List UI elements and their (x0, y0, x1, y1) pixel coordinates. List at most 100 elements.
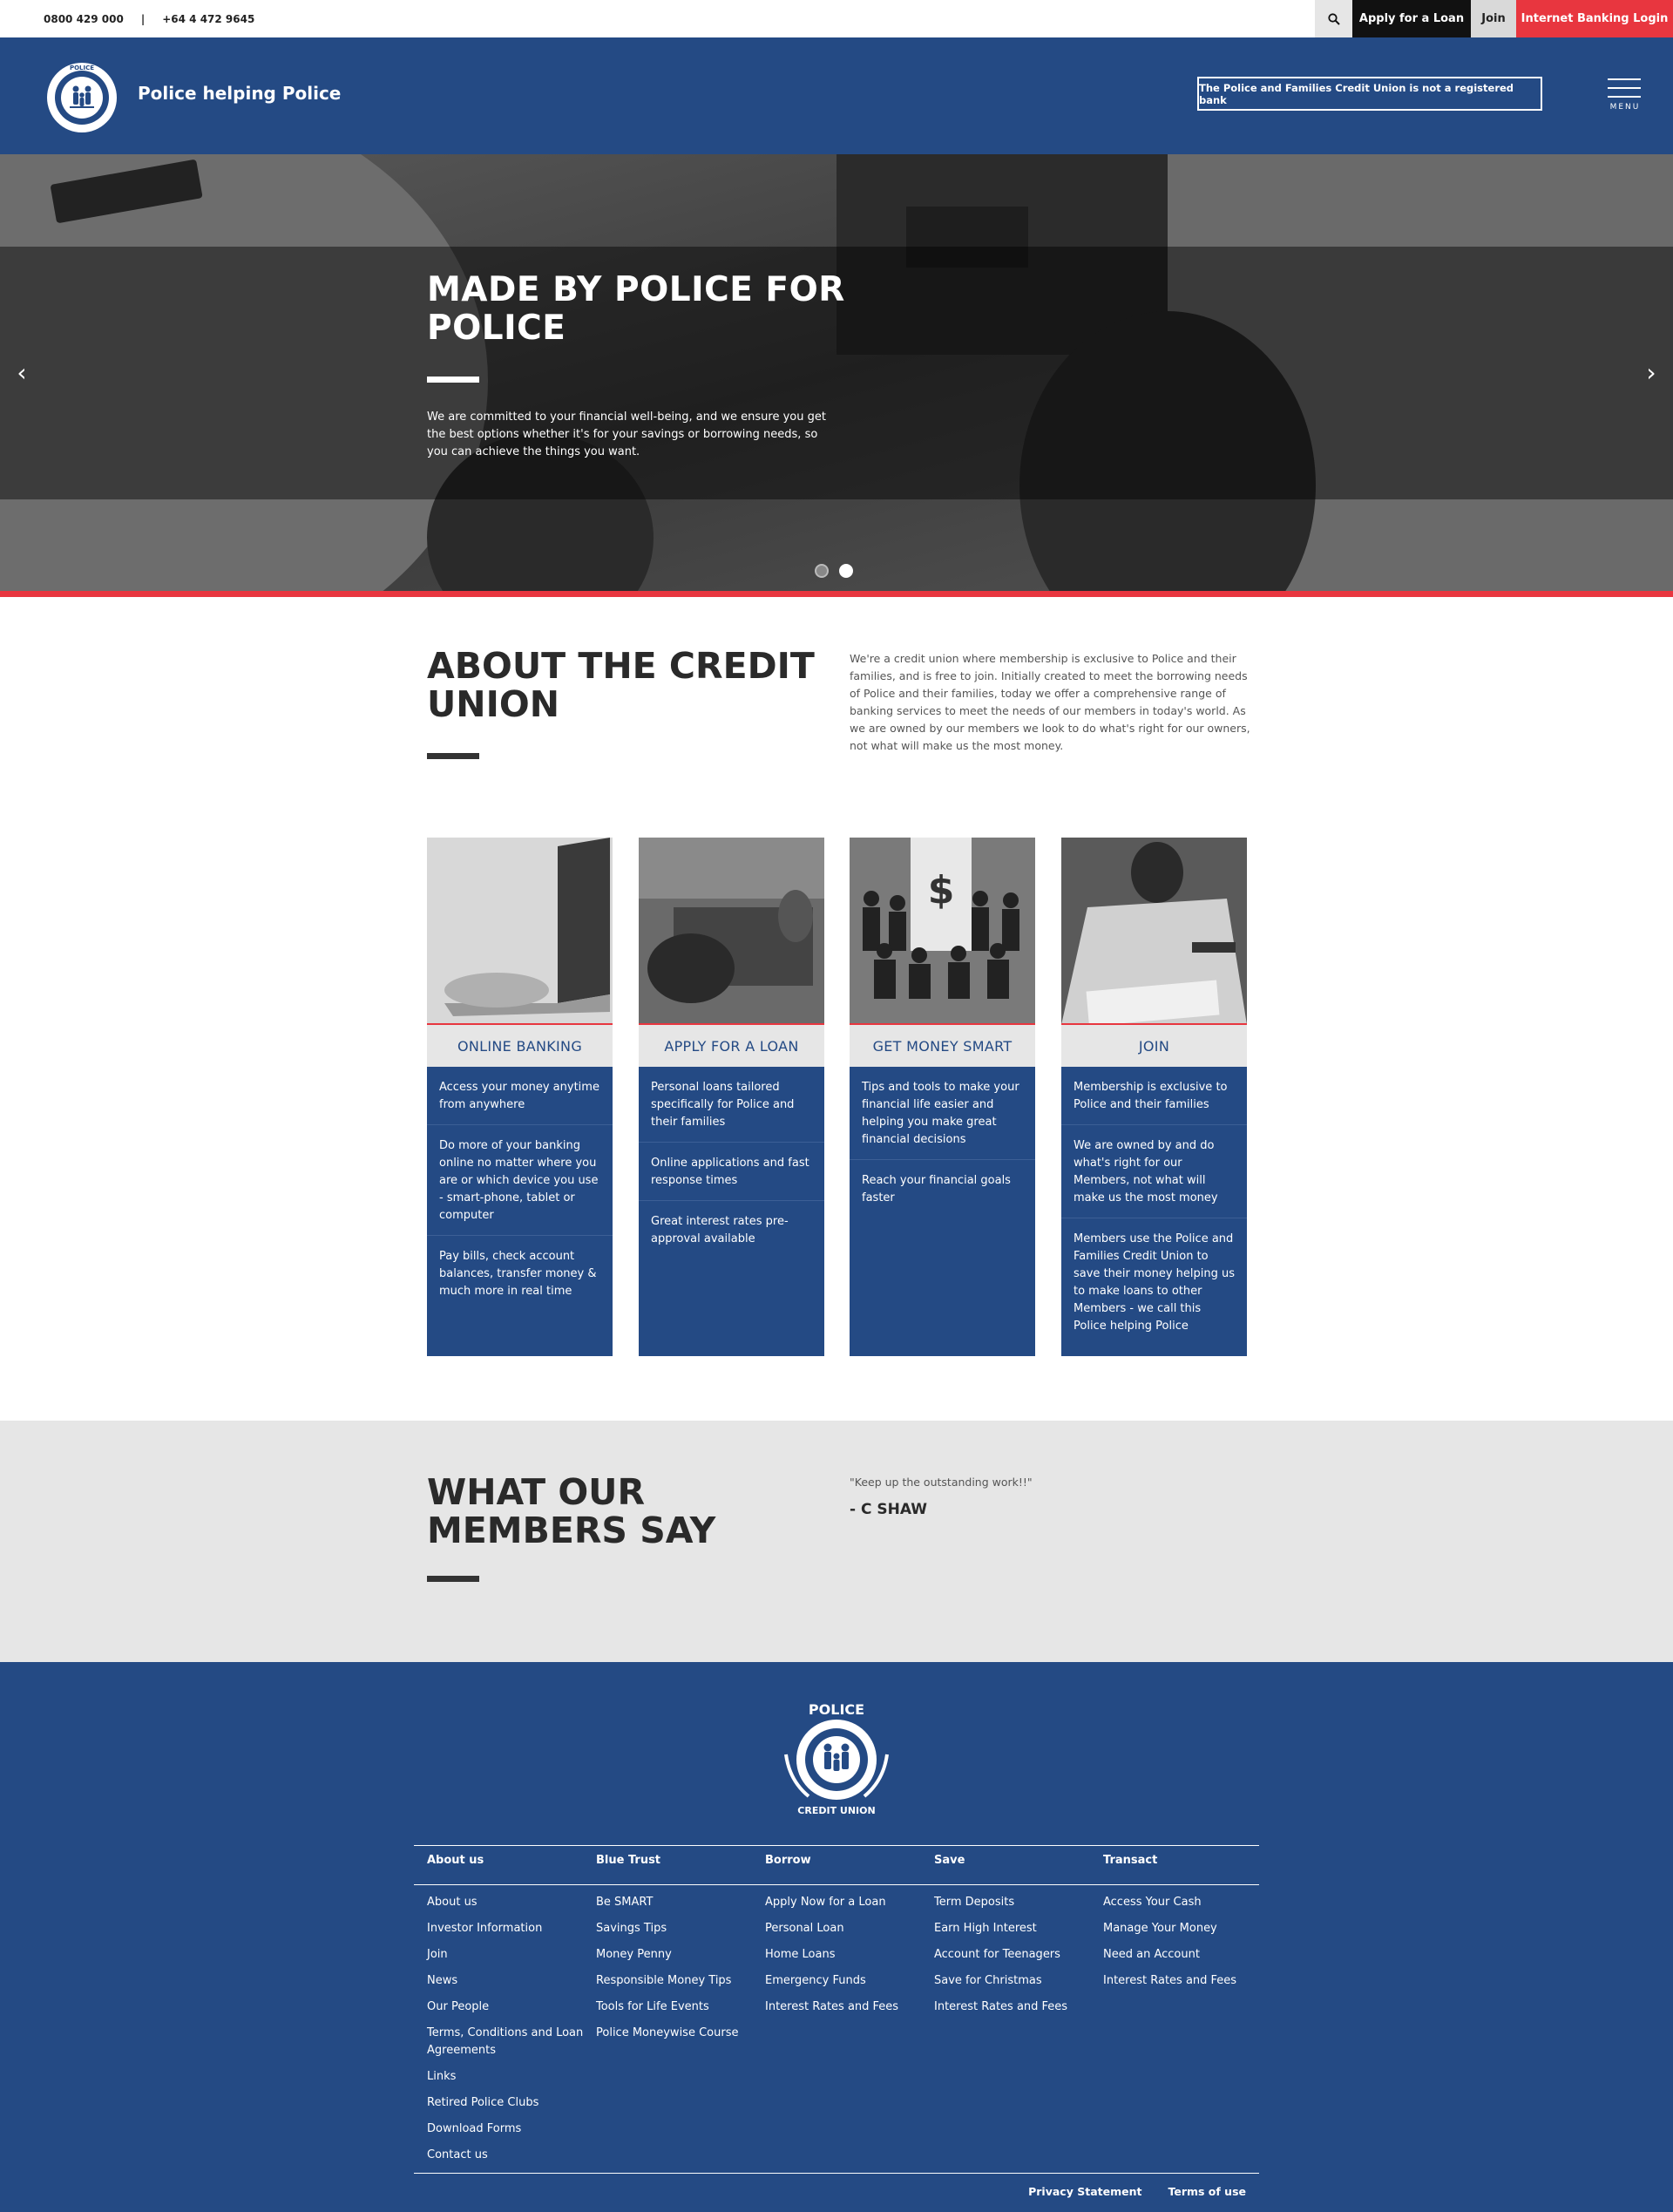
top-bar: 0800 429 000 | +64 4 472 9645 Apply for … (0, 0, 1673, 37)
footer-link[interactable]: Download Forms (427, 2120, 593, 2138)
card-apply-for-loan[interactable]: APPLY FOR A LOAN Personal loans tailored… (639, 838, 824, 1356)
card-title: JOIN (1061, 1025, 1247, 1067)
card-body: Access your money anytime from anywhere … (427, 1067, 613, 1356)
carousel-dot-2[interactable] (839, 564, 853, 578)
testimonials-title: WHAT OUR MEMBERS SAY (427, 1471, 716, 1551)
footer-link[interactable]: Term Deposits (934, 1894, 1100, 1911)
footer-link[interactable]: Personal Loan (765, 1920, 931, 1937)
footer-link[interactable]: Account for Teenagers (934, 1946, 1100, 1964)
chevron-left-icon: ‹ (17, 357, 27, 387)
police-car-image (639, 838, 824, 1023)
footer-link[interactable]: Home Loans (765, 1946, 931, 1964)
search-icon (1327, 12, 1340, 25)
carousel-next-button[interactable]: › (1638, 355, 1664, 390)
footer-col-heading[interactable]: Borrow (765, 1854, 931, 1873)
footer-link[interactable]: Our People (427, 1998, 593, 2016)
footer-link[interactable]: Be SMART (596, 1894, 762, 1911)
footer-link[interactable]: Retired Police Clubs (427, 2094, 593, 2112)
card-body: Membership is exclusive to Police and th… (1061, 1067, 1247, 1356)
card-item: We are owned by and do what's right for … (1061, 1125, 1247, 1218)
card-item: Tips and tools to make your financial li… (850, 1067, 1035, 1160)
chevron-right-icon: › (1646, 357, 1656, 387)
footer-link[interactable]: Links (427, 2068, 593, 2086)
footer-link[interactable]: Emergency Funds (765, 1972, 931, 1990)
footer-link[interactable]: Terms, Conditions and Loan Agreements (427, 2025, 593, 2059)
hero-accent-line (0, 591, 1673, 597)
card-item: Pay bills, check account balances, trans… (439, 1250, 597, 1298)
card-get-money-smart[interactable]: $ GET MONEY SMART Tips and tools to make… (850, 838, 1035, 1356)
footer-link[interactable]: Police Moneywise Course (596, 2025, 762, 2042)
card-item: Reach your financial goals faster (862, 1174, 1011, 1204)
footer-link[interactable]: Responsible Money Tips (596, 1972, 762, 1990)
card-image-police-car (639, 838, 824, 1025)
join-button[interactable]: Join (1471, 0, 1516, 37)
hero-title-rule (427, 377, 479, 383)
card-body: Personal loans tailored specifically for… (639, 1067, 824, 1356)
menu-label: MENU (1609, 103, 1641, 112)
footer-col-borrow: Borrow Apply Now for a Loan Personal Loa… (765, 1854, 931, 2025)
card-item: Do more of your banking online no matter… (427, 1125, 613, 1236)
footer-link[interactable]: Contact us (427, 2147, 593, 2164)
top-actions: Apply for a Loan Join Internet Banking L… (1315, 0, 1673, 37)
carousel-dots (815, 564, 853, 578)
hero-carousel: MADE BY POLICE FOR POLICE We are committ… (0, 154, 1673, 591)
footer-link[interactable]: Access Your Cash (1103, 1894, 1269, 1911)
hamburger-icon (1608, 78, 1641, 80)
testimonials-section: WHAT OUR MEMBERS SAY "Keep up the outsta… (0, 1421, 1673, 1662)
laptop-image (427, 838, 613, 1023)
testimonial-quote: "Keep up the outstanding work!!" (850, 1476, 1033, 1489)
svg-text:POLICE: POLICE (70, 64, 94, 71)
apply-for-loan-button[interactable]: Apply for a Loan (1352, 0, 1471, 37)
not-registered-bank-notice: The Police and Families Credit Union is … (1197, 77, 1542, 111)
card-join[interactable]: JOIN Membership is exclusive to Police a… (1061, 838, 1247, 1356)
site-footer: POLICE CREDIT UNION About us About us In… (0, 1662, 1673, 2212)
officer-writing-image (1061, 838, 1247, 1023)
footer-link[interactable]: Interest Rates and Fees (934, 1998, 1100, 2016)
card-body: Tips and tools to make your financial li… (850, 1067, 1035, 1356)
footer-link[interactable]: About us (427, 1894, 593, 1911)
carousel-dot-1[interactable] (815, 564, 829, 578)
svg-text:$: $ (928, 868, 955, 913)
footer-link[interactable]: Interest Rates and Fees (1103, 1972, 1269, 1990)
internet-banking-login-button[interactable]: Internet Banking Login (1516, 0, 1673, 37)
footer-link[interactable]: Tools for Life Events (596, 1998, 762, 2016)
card-online-banking[interactable]: ONLINE BANKING Access your money anytime… (427, 838, 613, 1356)
card-item: Great interest rates pre-approval availa… (651, 1215, 789, 1245)
card-image-laptop (427, 838, 613, 1025)
footer-col-heading[interactable]: Transact (1103, 1854, 1269, 1873)
svg-text:CREDIT UNION: CREDIT UNION (797, 1805, 875, 1816)
footer-link[interactable]: Need an Account (1103, 1946, 1269, 1964)
footer-logo[interactable]: POLICE CREDIT UNION (770, 1693, 903, 1826)
card-item: Membership is exclusive to Police and th… (1061, 1067, 1247, 1125)
footer-col-heading[interactable]: Save (934, 1854, 1100, 1873)
footer-col-save: Save Term Deposits Earn High Interest Ac… (934, 1854, 1100, 2025)
privacy-statement-link[interactable]: Privacy Statement (1028, 2185, 1141, 2198)
footer-link[interactable]: Earn High Interest (934, 1920, 1100, 1937)
hamburger-icon-bar (1608, 87, 1641, 89)
footer-link[interactable]: Savings Tips (596, 1920, 762, 1937)
footer-link[interactable]: Interest Rates and Fees (765, 1998, 931, 2016)
footer-link[interactable]: Save for Christmas (934, 1972, 1100, 1990)
site-tagline[interactable]: Police helping Police (138, 83, 341, 104)
menu-button[interactable]: MENU (1608, 78, 1643, 115)
footer-legal: Privacy Statement Terms of use (1028, 2185, 1246, 2198)
footer-link[interactable]: Apply Now for a Loan (765, 1894, 931, 1911)
footer-link[interactable]: Manage Your Money (1103, 1920, 1269, 1937)
about-title: ABOUT THE CREDIT UNION (427, 645, 815, 725)
carousel-prev-button[interactable]: ‹ (9, 355, 35, 390)
svg-text:POLICE: POLICE (809, 1701, 864, 1718)
footer-link[interactable]: Money Penny (596, 1946, 762, 1964)
footer-link[interactable]: Investor Information (427, 1920, 593, 1937)
phone-link-1[interactable]: 0800 429 000 (44, 13, 124, 25)
card-item: Members use the Police and Families Cred… (1074, 1232, 1236, 1333)
footer-link[interactable]: Join (427, 1946, 593, 1964)
search-button[interactable] (1315, 0, 1352, 37)
footer-col-transact: Transact Access Your Cash Manage Your Mo… (1103, 1854, 1269, 1998)
police-credit-union-logo[interactable]: POLICE (44, 59, 120, 136)
phone-link-2[interactable]: +64 4 472 9645 (162, 13, 254, 25)
footer-link[interactable]: News (427, 1972, 593, 1990)
footer-col-heading[interactable]: About us (427, 1854, 593, 1873)
footer-col-heading[interactable]: Blue Trust (596, 1854, 762, 1873)
terms-of-use-link[interactable]: Terms of use (1168, 2185, 1246, 2198)
site-header: POLICE Police helping Police The Police … (0, 37, 1673, 154)
